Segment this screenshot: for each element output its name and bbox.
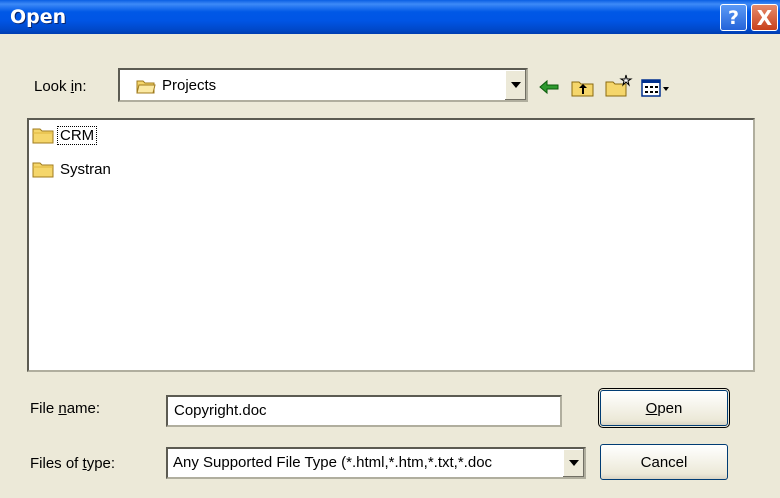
folder-icon	[32, 128, 54, 144]
file-list[interactable]: CRM Systran	[27, 118, 755, 372]
list-item-folder[interactable]: Systran	[32, 158, 113, 180]
look-in-label: Look in:	[34, 78, 87, 95]
close-button[interactable]: X	[751, 4, 778, 31]
file-type-select[interactable]: Any Supported File Type (*.html,*.htm,*.…	[166, 447, 586, 479]
look-in-dropdown-button[interactable]	[504, 70, 526, 100]
files-of-type-label: Files of type:	[30, 455, 116, 472]
new-folder-icon[interactable]	[605, 74, 633, 98]
open-button[interactable]: Open	[598, 388, 730, 428]
file-name-label: File name:	[30, 400, 101, 417]
chevron-down-icon	[568, 460, 579, 466]
up-one-level-icon[interactable]	[571, 78, 595, 98]
views-menu-icon[interactable]	[641, 78, 671, 98]
back-icon[interactable]	[538, 78, 560, 96]
folder-icon	[32, 162, 54, 178]
look-in-value: Projects	[162, 77, 217, 94]
title-bar[interactable]: Open ? X	[0, 0, 780, 34]
folder-name: CRM	[56, 125, 98, 145]
file-type-dropdown-button[interactable]	[562, 449, 584, 477]
folder-name: Systran	[60, 160, 111, 178]
chevron-down-icon	[510, 82, 521, 88]
dialog-title: Open	[10, 6, 67, 28]
open-folder-icon	[136, 80, 156, 94]
list-item-folder[interactable]: CRM	[32, 124, 98, 146]
look-in-combo[interactable]: Projects	[118, 68, 528, 102]
file-type-value: Any Supported File Type (*.html,*.htm,*.…	[173, 454, 493, 471]
close-icon: X	[756, 5, 773, 30]
file-name-field[interactable]: Copyright.doc	[166, 395, 562, 427]
help-button[interactable]: ?	[720, 4, 747, 31]
open-dialog: Open ? X Look in: Projects CRM Systran F…	[0, 0, 780, 498]
help-icon: ?	[727, 6, 740, 29]
cancel-button[interactable]: Cancel	[600, 444, 728, 480]
